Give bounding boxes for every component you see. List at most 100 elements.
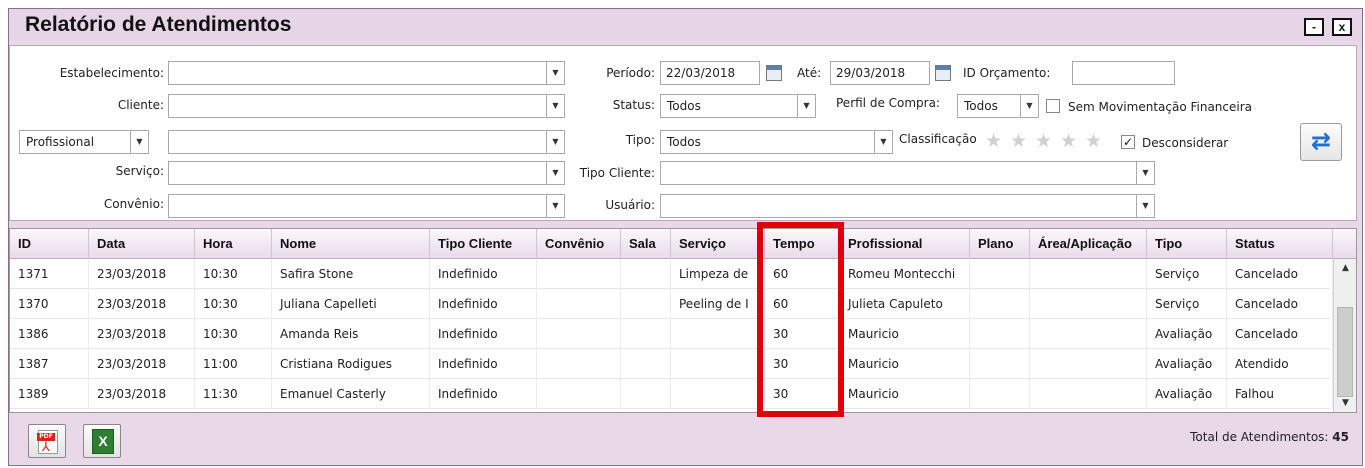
table-cell — [537, 349, 621, 379]
table-row[interactable]: 1371 23/03/2018 10:30 Safira Stone Indefinid… — [10, 259, 1333, 289]
star-icon[interactable]: ★ — [1010, 132, 1027, 151]
tipo-cliente-select[interactable]: ▼ — [660, 161, 1155, 185]
column-header[interactable]: Área/Aplicação — [1030, 229, 1147, 259]
refresh-button[interactable]: ⇄ — [1300, 123, 1342, 161]
table-cell: 1389 — [10, 379, 89, 409]
sem-movimentacao-label: Sem Movimentação Financeira — [1068, 100, 1253, 114]
table-cell: 23/03/2018 — [89, 259, 195, 289]
desconsiderar-label: Desconsiderar — [1142, 136, 1229, 150]
total-atendimentos: Total de Atendimentos: 45 — [1190, 430, 1349, 444]
sem-movimentacao-checkbox[interactable] — [1046, 99, 1060, 113]
scroll-up-icon[interactable]: ▲ — [1334, 259, 1356, 277]
column-header[interactable]: ID — [10, 229, 89, 259]
column-header[interactable]: Sala — [621, 229, 671, 259]
table-cell: Juliana Capelleti — [272, 289, 430, 319]
filter-panel: Estabelecimento: Cliente: Profissional ▼… — [9, 45, 1357, 221]
column-header[interactable]: Tipo — [1147, 229, 1227, 259]
table-cell — [970, 379, 1030, 409]
table-cell: 10:30 — [195, 259, 272, 289]
window-title: Relatório de Atendimentos — [25, 13, 292, 36]
export-excel-button[interactable]: X — [83, 424, 121, 458]
perfil-compra-select[interactable]: Todos ▼ — [957, 94, 1039, 118]
usuario-select[interactable]: ▼ — [660, 194, 1155, 218]
estabelecimento-select[interactable]: ▼ — [168, 61, 565, 85]
table-cell: Limpeza de — [671, 259, 765, 289]
scroll-down-icon[interactable]: ▼ — [1334, 394, 1356, 412]
column-header[interactable]: Tipo Cliente — [430, 229, 537, 259]
close-button[interactable]: x — [1332, 18, 1352, 36]
star-icon[interactable]: ★ — [985, 132, 1002, 151]
table-cell: Indefinido — [430, 319, 537, 349]
table-cell: Atendido — [1227, 349, 1333, 379]
table-cell — [537, 289, 621, 319]
table-cell: Mauricio — [840, 319, 970, 349]
minimize-button[interactable]: - — [1304, 18, 1324, 36]
calendar-icon[interactable] — [935, 65, 951, 81]
column-header[interactable]: Serviço — [671, 229, 765, 259]
excel-icon: X — [92, 429, 114, 454]
id-orcamento-input[interactable] — [1072, 61, 1175, 85]
periodo-to-input[interactable]: 29/03/2018 — [830, 61, 930, 85]
table-cell: Julieta Capuleto — [840, 289, 970, 319]
table-cell — [537, 259, 621, 289]
tipo-select[interactable]: Todos ▼ — [660, 130, 893, 154]
classificacao-label: Classificação — [899, 132, 977, 146]
desconsiderar-checkbox[interactable]: ✓ — [1121, 135, 1135, 149]
table-cell: Avaliação — [1147, 319, 1227, 349]
table-cell: Indefinido — [430, 379, 537, 409]
export-pdf-button[interactable]: PDF ⅄ — [28, 424, 66, 458]
convenio-select[interactable]: ▼ — [168, 194, 565, 218]
table-cell: 23/03/2018 — [89, 379, 195, 409]
table-cell: 23/03/2018 — [89, 289, 195, 319]
table-row[interactable]: 1386 23/03/2018 10:30 Amanda Reis Indefinido… — [10, 319, 1333, 349]
column-header[interactable]: Nome — [272, 229, 430, 259]
table-row[interactable]: 1389 23/03/2018 11:30 Emanuel Casterly Indef… — [10, 379, 1333, 409]
profissional-select[interactable]: ▼ — [168, 130, 565, 154]
column-header[interactable]: Hora — [195, 229, 272, 259]
calendar-icon[interactable] — [766, 65, 782, 81]
star-icon[interactable]: ★ — [1060, 132, 1077, 151]
table-row[interactable]: 1370 23/03/2018 10:30 Juliana Capelleti Inde… — [10, 289, 1333, 319]
table-cell: Mauricio — [840, 379, 970, 409]
table-cell: Amanda Reis — [272, 319, 430, 349]
tipo-label: Tipo: — [625, 133, 655, 147]
column-header[interactable]: Plano — [970, 229, 1030, 259]
profissional-type-select[interactable]: Profissional ▼ — [19, 130, 149, 154]
column-header[interactable]: Convênio — [537, 229, 621, 259]
table-row[interactable]: 1387 23/03/2018 11:00 Cristiana Rodigues Ind… — [10, 349, 1333, 379]
table-cell: 1387 — [10, 349, 89, 379]
table-cell: Emanuel Casterly — [272, 379, 430, 409]
status-select-value: Todos — [667, 99, 701, 113]
table-cell: Cancelado — [1227, 289, 1333, 319]
column-header[interactable]: Data — [89, 229, 195, 259]
pdf-symbol: ⅄ — [42, 440, 50, 455]
chevron-down-icon: ▼ — [546, 162, 564, 184]
column-header[interactable]: Status — [1227, 229, 1333, 259]
status-label: Status: — [612, 98, 655, 112]
status-select[interactable]: Todos ▼ — [660, 94, 816, 118]
servico-label: Serviço: — [115, 164, 164, 178]
table-cell: Cristiana Rodigues — [272, 349, 430, 379]
table-cell: Serviço — [1147, 289, 1227, 319]
star-icon[interactable]: ★ — [1085, 132, 1102, 151]
total-value: 45 — [1332, 430, 1349, 444]
table-cell — [970, 349, 1030, 379]
id-orcamento-label: ID Orçamento: — [963, 66, 1051, 80]
table-cell: 1371 — [10, 259, 89, 289]
column-header[interactable]: Profissional — [840, 229, 970, 259]
table-cell: 23/03/2018 — [89, 319, 195, 349]
chevron-down-icon: ▼ — [546, 195, 564, 217]
profissional-type-value: Profissional — [26, 135, 95, 149]
title-bar: Relatório de Atendimentos - x — [9, 9, 1362, 41]
scroll-thumb[interactable] — [1337, 307, 1353, 397]
star-icon[interactable]: ★ — [1035, 132, 1052, 151]
table-cell: 10:30 — [195, 289, 272, 319]
ate-label: Até: — [797, 66, 822, 80]
perfil-compra-value: Todos — [964, 99, 998, 113]
periodo-from-input[interactable]: 22/03/2018 — [660, 61, 760, 85]
cliente-select[interactable]: ▼ — [168, 94, 565, 118]
vertical-scrollbar[interactable]: ▲ ▼ — [1333, 259, 1356, 412]
table-cell: Mauricio — [840, 349, 970, 379]
periodo-label: Período: — [606, 66, 655, 80]
servico-select[interactable]: ▼ — [168, 161, 565, 185]
